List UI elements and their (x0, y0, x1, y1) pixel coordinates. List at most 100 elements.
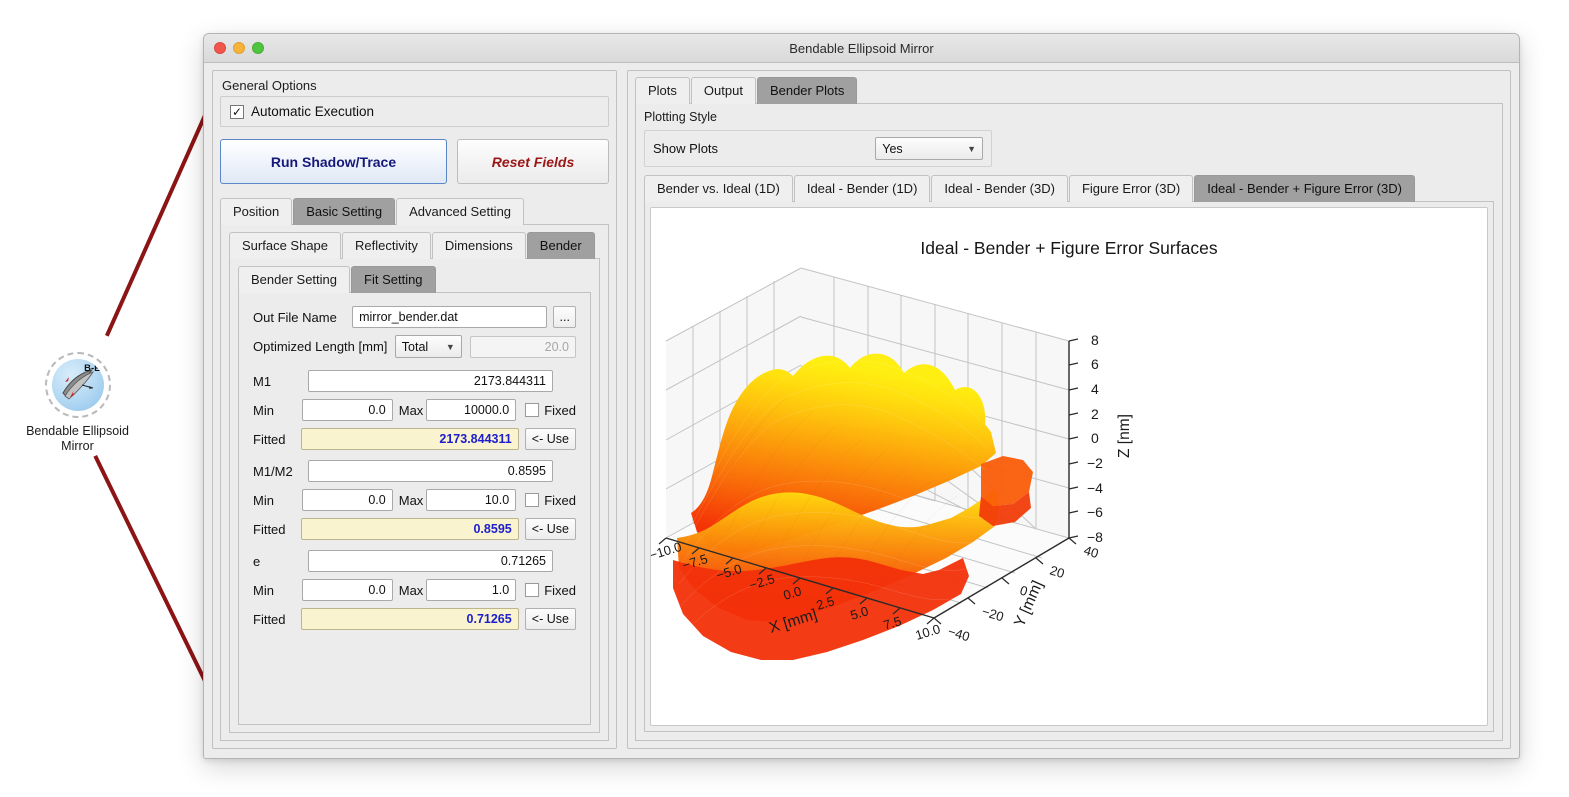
param-fitted-value: 0.8595 (301, 518, 519, 540)
desktop-icon-label-line1: Bendable Ellipsoid (26, 424, 129, 438)
desktop-icon-bendable-ellipsoid-mirror[interactable]: B-E Bendable Ellipsoid Mirror (20, 352, 135, 455)
action-buttons: Run Shadow/Trace Reset Fields (220, 139, 609, 184)
param-fixed-row[interactable]: Fixed (525, 403, 576, 418)
tab-plots[interactable]: Plots (635, 77, 690, 104)
param-max-input[interactable]: 10.0 (425, 489, 517, 511)
automatic-execution-row[interactable]: ✓ Automatic Execution (230, 104, 599, 119)
check-icon: ✓ (231, 104, 243, 119)
param-value-input[interactable]: 2173.844311 (308, 370, 553, 392)
param-value-row: e 0.71265 (253, 550, 576, 572)
tab-output[interactable]: Output (690, 77, 756, 104)
tab-fit-setting[interactable]: Fit Setting (351, 266, 436, 293)
use-fitted-button[interactable]: <- Use (524, 428, 576, 450)
tab-reflectivity[interactable]: Reflectivity (342, 232, 431, 259)
optimized-length-label: Optimized Length [mm] (253, 339, 388, 354)
z-tick-4: 0 (1091, 430, 1099, 446)
param-value-row: M1 2173.844311 (253, 370, 576, 392)
run-shadow-trace-button[interactable]: Run Shadow/Trace (220, 139, 447, 184)
tab-advanced-setting[interactable]: Advanced Setting (396, 198, 525, 225)
param-max-input[interactable]: 10000.0 (425, 399, 517, 421)
right-plots-panel: Plots Output Bender Plots Plotting Style… (627, 70, 1511, 749)
browse-button[interactable]: ... (553, 306, 576, 328)
icon-selection-ring: B-E (44, 352, 111, 418)
tabstrip-level3: Bender Setting Fit Setting (238, 266, 591, 293)
optimized-length-row: Optimized Length [mm] Total ▼ 20.0 (253, 335, 576, 358)
zoom-button[interactable] (252, 42, 264, 54)
automatic-execution-checkbox[interactable]: ✓ (230, 104, 244, 119)
param-fixed-checkbox[interactable] (525, 493, 540, 507)
param-fitted-value: 0.71265 (301, 608, 519, 630)
param-block-m1: M1 2173.844311 Min 0.0 Max 10000.0 Fixed… (253, 370, 576, 450)
z-tick-7: 6 (1091, 356, 1099, 372)
surface-plot-svg: −10.0 −7.5 −5.0 −2.5 0.0 2.5 5.0 7.5 10.… (651, 267, 1133, 660)
param-fixed-checkbox[interactable] (525, 583, 540, 597)
tabstrip-level2: Surface Shape Reflectivity Dimensions Be… (229, 232, 600, 259)
tab-ideal-bender-3d[interactable]: Ideal - Bender (3D) (931, 175, 1068, 202)
minimize-button[interactable] (233, 42, 245, 54)
basic-setting-panel: Surface Shape Reflectivity Dimensions Be… (220, 224, 609, 741)
z-tick-3: −2 (1087, 455, 1103, 471)
param-max-input[interactable]: 1.0 (425, 579, 517, 601)
out-file-label: Out File Name (253, 309, 337, 325)
z-tick-1: −6 (1087, 504, 1103, 520)
param-fitted-value: 2173.844311 (301, 428, 519, 450)
icon-badge-label: B-E (84, 363, 101, 374)
out-file-input[interactable]: mirror_bender.dat (352, 306, 548, 328)
fixed-label: Fixed (544, 492, 576, 508)
param-min-input[interactable]: 0.0 (302, 489, 393, 511)
param-fixed-row[interactable]: Fixed (525, 583, 576, 598)
z-tick-5: 2 (1091, 406, 1099, 422)
automatic-execution-label: Automatic Execution (251, 104, 375, 119)
use-fitted-button[interactable]: <- Use (524, 608, 576, 630)
show-plots-select[interactable]: Yes ▼ (875, 137, 983, 160)
show-plots-select-value: Yes (882, 141, 903, 156)
tabstrip-main: Plots Output Bender Plots (635, 77, 1503, 104)
tab-ideal-bender-1d[interactable]: Ideal - Bender (1D) (793, 175, 931, 202)
param-block-e: e 0.71265 Min 0.0 Max 1.0 Fixed Fitted 0… (253, 550, 576, 630)
tab-basic-setting[interactable]: Basic Setting (293, 198, 396, 225)
y-axis-label: Y [mm] (1011, 578, 1046, 630)
general-options-box: ✓ Automatic Execution (220, 96, 609, 127)
show-plots-row: Show Plots Yes ▼ (644, 130, 992, 167)
param-value-row: M1/M2 0.8595 (253, 460, 576, 482)
fitted-label: Fitted (253, 431, 286, 447)
min-label: Min (253, 582, 274, 598)
plot-tab-panel: Ideal - Bender + Figure Error Surfaces −… (644, 201, 1494, 732)
param-minmax-row: Min 0.0 Max 10.0 Fixed (253, 489, 576, 511)
param-minmax-row: Min 0.0 Max 10000.0 Fixed (253, 399, 576, 421)
z-axis-label: Z [nm] (1116, 414, 1133, 458)
window-title-bar: Bendable Ellipsoid Mirror (204, 34, 1519, 63)
max-label: Max (398, 492, 424, 508)
tab-surface-shape[interactable]: Surface Shape (229, 232, 342, 259)
param-name-label: M1 (253, 373, 272, 389)
tab-position[interactable]: Position (220, 198, 293, 225)
x-tick-8: 10.0 (913, 621, 942, 643)
fixed-label: Fixed (544, 402, 576, 418)
tab-ideal-bender-figure-error-3d[interactable]: Ideal - Bender + Figure Error (3D) (1194, 175, 1415, 202)
param-min-input[interactable]: 0.0 (302, 399, 393, 421)
bender-panel: Bender Setting Fit Setting Out File Name… (229, 258, 600, 733)
tab-bender[interactable]: Bender (526, 232, 595, 259)
reset-fields-button[interactable]: Reset Fields (457, 139, 609, 184)
optimized-length-select[interactable]: Total ▼ (394, 335, 462, 358)
tab-bender-vs-ideal-1d[interactable]: Bender vs. Ideal (1D) (644, 175, 793, 202)
use-fitted-button[interactable]: <- Use (524, 518, 576, 540)
tab-bender-plots[interactable]: Bender Plots (756, 77, 858, 104)
tab-dimensions[interactable]: Dimensions (431, 232, 526, 259)
close-button[interactable] (214, 42, 226, 54)
fixed-label: Fixed (544, 582, 576, 598)
param-fixed-row[interactable]: Fixed (525, 493, 576, 508)
param-value-input[interactable]: 0.8595 (308, 460, 553, 482)
param-value-input[interactable]: 0.71265 (308, 550, 553, 572)
y-tick-0: −40 (946, 624, 971, 645)
param-min-input[interactable]: 0.0 (302, 579, 393, 601)
y-tick-1: −20 (980, 604, 1005, 625)
tab-bender-setting[interactable]: Bender Setting (238, 266, 351, 293)
y-tick-3: 20 (1048, 563, 1066, 582)
param-fixed-checkbox[interactable] (525, 403, 540, 417)
surface-plot-canvas[interactable]: Ideal - Bender + Figure Error Surfaces −… (650, 207, 1488, 726)
max-label: Max (398, 402, 424, 418)
tab-figure-error-3d[interactable]: Figure Error (3D) (1068, 175, 1194, 202)
optimized-length-input: 20.0 (469, 335, 576, 358)
fitted-label: Fitted (253, 611, 286, 627)
